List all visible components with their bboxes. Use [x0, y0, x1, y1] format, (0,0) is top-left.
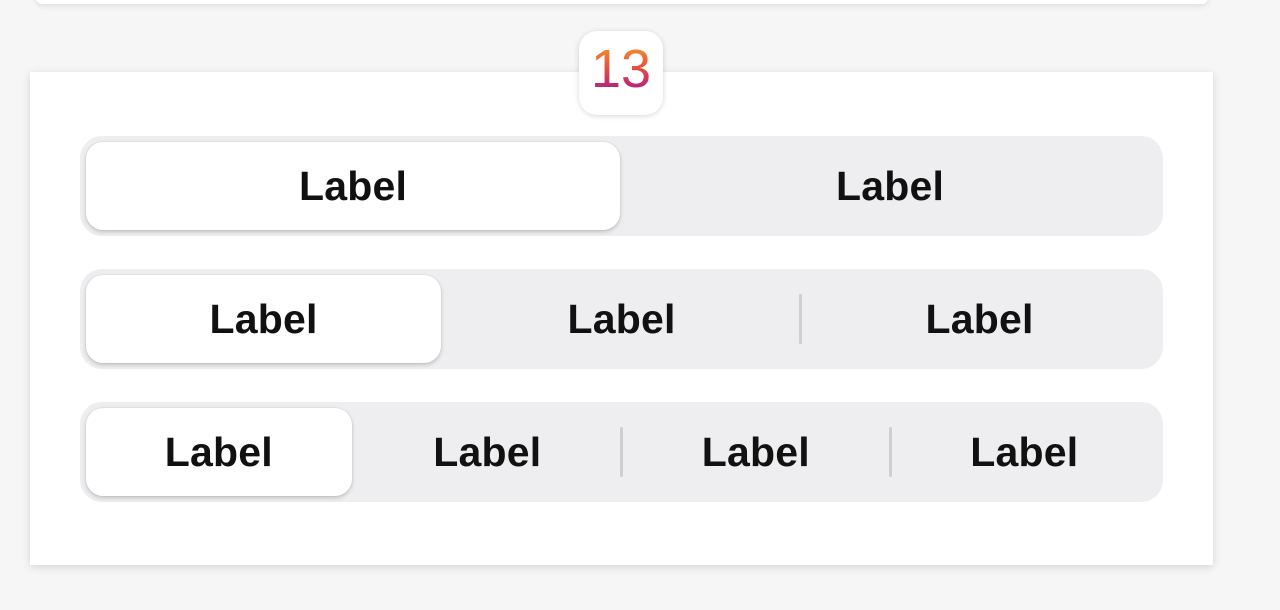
segment-3[interactable]: Label [802, 275, 1157, 363]
segment-1-selected[interactable]: Label [86, 275, 441, 363]
segmented-control-four: Label Label Label Label [80, 402, 1163, 502]
previous-card-edge [36, 0, 1208, 4]
segment-2[interactable]: Label [623, 142, 1157, 230]
ios13-text: 13 [591, 39, 651, 99]
segmented-control-three: Label Label Label [80, 269, 1163, 369]
segmented-control-two: Label Label [80, 136, 1163, 236]
segment-4[interactable]: Label [892, 408, 1158, 496]
segment-1-selected[interactable]: Label [86, 408, 352, 496]
segment-2[interactable]: Label [355, 408, 621, 496]
segment-2[interactable]: Label [444, 275, 799, 363]
segment-3[interactable]: Label [623, 408, 889, 496]
ios13-badge: 13 [579, 31, 663, 115]
ios13-logo-icon: 13 [591, 39, 651, 99]
segment-1-selected[interactable]: Label [86, 142, 620, 230]
